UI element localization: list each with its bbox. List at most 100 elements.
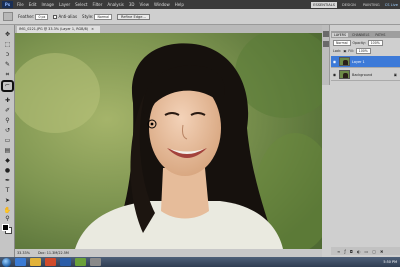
visibility-eye-icon[interactable]: ◉ <box>332 59 337 64</box>
feather-control: Feather: 0 px <box>18 13 49 20</box>
status-bar: 33.33% Doc: 11.3M/22.5M <box>15 249 322 257</box>
foreground-color-swatch[interactable] <box>2 224 9 231</box>
layer-row-layer-1[interactable]: ◉ Layer 1 <box>331 56 400 68</box>
new-layer-icon[interactable]: ▢ <box>372 249 376 254</box>
zoom-level[interactable]: 33.33% <box>17 251 30 255</box>
path-selection-tool-icon[interactable]: ➤ <box>3 197 12 205</box>
menu-analysis[interactable]: Analysis <box>106 2 124 7</box>
document-tab-title: IMG_0221.JPG @ 33.3% (Layer 1, RGB/8) <box>19 27 89 31</box>
app-task-icon[interactable] <box>75 258 86 266</box>
tool-preset-picker[interactable] <box>3 12 13 21</box>
style-label: Style: <box>82 14 94 19</box>
menu-window[interactable]: Window <box>153 2 171 7</box>
opacity-input[interactable]: 100% <box>367 39 383 46</box>
marquee-tool-icon[interactable]: ⬚ <box>3 41 12 49</box>
menu-image[interactable]: Image <box>40 2 55 7</box>
menu-select[interactable]: Select <box>74 2 88 7</box>
toolbox: ✥ ⬚ ↄ ✎ ⌗ ⌐ ✚ ✐ ⚲ ↺ ▭ ▤ ◆ ● ✒ T ➤ ✋ ⚲ <box>0 25 15 257</box>
menu-help[interactable]: Help <box>174 2 185 7</box>
gradient-tool-icon[interactable]: ▤ <box>3 147 12 155</box>
fx-icon[interactable]: ƒ <box>344 249 345 254</box>
feather-label: Feather: <box>18 14 35 19</box>
clone-stamp-tool-icon[interactable]: ⚲ <box>3 117 12 125</box>
windows-taskbar: 5:50 PM <box>0 257 400 267</box>
menu-layer[interactable]: Layer <box>58 2 71 7</box>
spot-healing-tool-icon[interactable]: ✚ <box>3 97 12 105</box>
eraser-tool-icon[interactable]: ▭ <box>3 137 12 145</box>
style-control: Style: Normal <box>82 13 112 20</box>
layer-thumbnail <box>339 57 350 66</box>
history-brush-tool-icon[interactable]: ↺ <box>3 127 12 135</box>
collapsed-panel-strip <box>322 25 330 85</box>
workspace-essentials[interactable]: ESSENTIALS <box>311 1 337 8</box>
brush-tool-icon[interactable]: ✐ <box>3 107 12 115</box>
type-tool-icon[interactable]: T <box>3 187 12 195</box>
antialias-control[interactable]: Anti-alias <box>53 14 77 19</box>
doc-size: Doc: 11.3M/22.5M <box>37 251 69 255</box>
refine-edge-button[interactable]: Refine Edge... <box>117 13 150 20</box>
layers-panel-footer: ∞ ƒ ◘ ◐ ▭ ▢ ✖ <box>331 247 400 255</box>
lock-icon[interactable]: ▣ <box>343 49 346 53</box>
close-tab-icon[interactable]: × <box>91 27 94 31</box>
workspace-painting[interactable]: PAINTING <box>361 2 382 8</box>
layer-name: Layer 1 <box>352 59 365 64</box>
app-task-icon[interactable] <box>90 258 101 266</box>
dodge-tool-icon[interactable]: ● <box>3 167 12 175</box>
trash-icon[interactable]: ✖ <box>380 249 383 254</box>
photoshop-logo-icon: Ps <box>2 1 13 8</box>
media-player-icon[interactable] <box>45 258 56 266</box>
explorer-icon[interactable] <box>30 258 41 266</box>
crop-tool-icon[interactable]: ⌗ <box>3 71 12 79</box>
lock-row: Lock: ▣ Fill: 100% <box>331 47 400 54</box>
document-tab-bar: IMG_0221.JPG @ 33.3% (Layer 1, RGB/8) × <box>15 25 322 33</box>
options-bar: Feather: 0 px Anti-alias Style: Normal R… <box>0 9 400 25</box>
blur-tool-icon[interactable]: ◆ <box>3 157 12 165</box>
adjustment-layer-icon[interactable]: ◐ <box>357 249 361 254</box>
menu-file[interactable]: File <box>16 2 25 7</box>
blend-mode-select[interactable]: Normal <box>333 39 351 46</box>
visibility-eye-icon[interactable]: ◉ <box>332 72 337 77</box>
clock[interactable]: 5:50 PM <box>383 260 400 264</box>
blend-row: Normal Opacity: 100% <box>331 39 400 46</box>
layer-name: Background <box>352 72 373 77</box>
group-icon[interactable]: ▭ <box>364 249 368 254</box>
antialias-label: Anti-alias <box>58 14 78 19</box>
document-tab[interactable]: IMG_0221.JPG @ 33.3% (Layer 1, RGB/8) × <box>17 25 100 33</box>
menu-3d[interactable]: 3D <box>128 2 136 7</box>
zoom-tool-icon[interactable]: ⚲ <box>3 215 12 223</box>
photoshop-task-icon[interactable] <box>60 258 71 266</box>
properties-panel-icon[interactable] <box>323 41 329 47</box>
menu-bar: Ps File Edit Image Layer Select Filter A… <box>0 0 400 9</box>
cs-live-button[interactable]: CS Live <box>385 3 398 7</box>
tab-channels[interactable]: CHANNELS <box>350 33 371 37</box>
lasso-tool-icon[interactable]: ↄ <box>3 51 12 59</box>
pen-tool-icon[interactable]: ✒ <box>3 177 12 185</box>
tab-layers[interactable]: LAYERS <box>332 32 348 37</box>
layers-panel-tabs: LAYERS CHANNELS PATHS <box>331 31 400 38</box>
lock-label: Lock: <box>333 48 342 53</box>
menu-view[interactable]: View <box>139 2 151 7</box>
feather-input[interactable]: 0 px <box>35 13 49 20</box>
menu-edit[interactable]: Edit <box>28 2 38 7</box>
workspace-design[interactable]: DESIGN <box>340 2 358 8</box>
move-tool-icon[interactable]: ✥ <box>3 31 12 39</box>
tab-paths[interactable]: PATHS <box>373 33 387 37</box>
document-canvas[interactable] <box>15 33 322 249</box>
photo-image <box>15 33 322 249</box>
history-panel-icon[interactable] <box>323 31 329 37</box>
lock-icon: ▣ <box>393 72 397 77</box>
opacity-label: Opacity: <box>352 40 366 45</box>
start-button-icon[interactable] <box>2 257 11 267</box>
layer-row-background[interactable]: ◉ Background ▣ <box>331 69 400 81</box>
mask-icon[interactable]: ◘ <box>350 249 353 254</box>
menu-filter[interactable]: Filter <box>91 2 103 7</box>
quick-selection-tool-icon[interactable]: ✎ <box>3 61 12 69</box>
link-layers-icon[interactable]: ∞ <box>337 249 340 254</box>
layer-thumbnail <box>339 70 350 79</box>
fill-label: Fill: <box>348 48 354 53</box>
fill-input[interactable]: 100% <box>355 47 371 54</box>
style-select[interactable]: Normal <box>94 13 112 20</box>
ie-icon[interactable] <box>15 258 26 266</box>
antialias-checkbox[interactable] <box>53 14 58 19</box>
hand-tool-icon[interactable]: ✋ <box>3 207 12 215</box>
